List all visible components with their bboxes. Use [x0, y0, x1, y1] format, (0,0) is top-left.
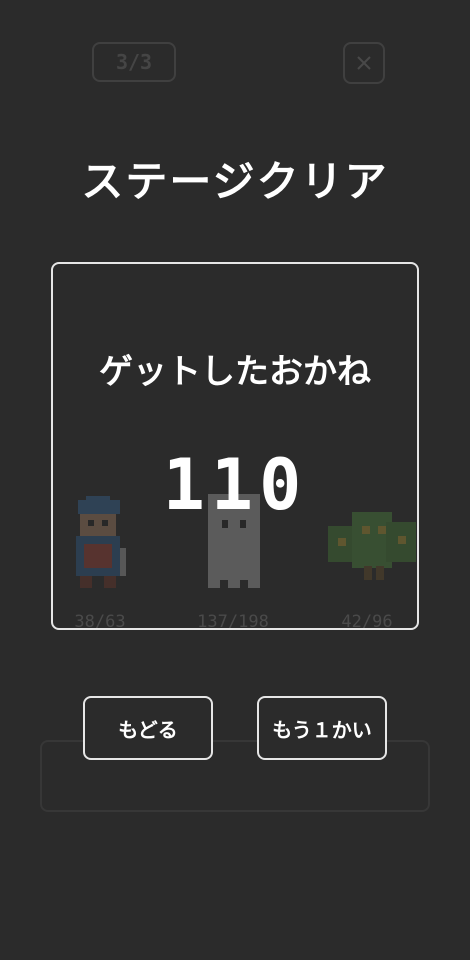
result-panel: ゲットしたおかね 110: [51, 262, 419, 630]
stage-progress-badge: 3/3: [92, 42, 176, 82]
back-button[interactable]: もどる: [83, 696, 213, 760]
close-icon: [357, 56, 371, 70]
close-button[interactable]: [343, 42, 385, 84]
earned-money-amount: 110: [162, 444, 308, 526]
retry-button[interactable]: もう１かい: [257, 696, 387, 760]
stage-clear-title: ステージクリア: [81, 157, 389, 206]
earned-money-label: ゲットしたおかね: [99, 352, 371, 392]
